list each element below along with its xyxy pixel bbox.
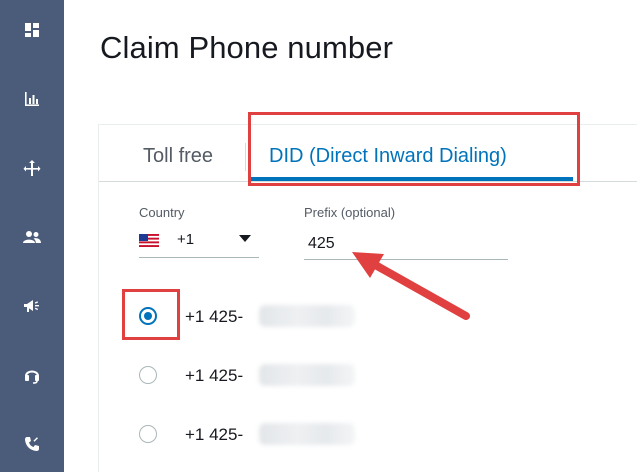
rail-item-metrics[interactable] — [0, 79, 64, 119]
us-flag-icon — [139, 234, 159, 247]
redacted-digits — [259, 364, 355, 386]
rail-item-phone[interactable] — [0, 424, 64, 464]
tab-toll-free[interactable]: Toll free — [143, 145, 213, 168]
page-title: Claim Phone number — [100, 30, 394, 65]
rail-item-channels[interactable] — [0, 355, 64, 395]
radio-button[interactable] — [139, 366, 157, 384]
country-code: +1 — [177, 231, 195, 248]
rail-item-dashboard[interactable] — [0, 10, 64, 50]
phone-number-text: +1 425- — [185, 425, 244, 444]
radio-button[interactable] — [139, 425, 157, 443]
callout-arrow-icon — [352, 252, 470, 320]
tab-divider — [245, 143, 246, 171]
megaphone-icon — [24, 300, 39, 312]
headset-icon — [25, 370, 39, 384]
country-select[interactable]: +1 — [139, 229, 259, 258]
users-icon — [23, 231, 41, 243]
caret-down-icon — [239, 235, 251, 242]
phone-number-text: +1 425- — [185, 307, 244, 326]
redacted-digits — [259, 423, 355, 445]
tab-highlight-box — [248, 112, 580, 186]
prefix-label: Prefix (optional) — [304, 205, 396, 220]
routing-icon — [23, 160, 41, 176]
radio-highlight-box — [122, 289, 180, 340]
country-label: Country — [139, 205, 185, 220]
phone-number-text: +1 425- — [185, 366, 244, 385]
main-content: Claim Phone number Toll free DID (Direct… — [64, 0, 637, 472]
rail-item-campaigns[interactable] — [0, 286, 64, 326]
phone-icon — [25, 437, 39, 451]
navigation-rail — [0, 0, 64, 472]
rail-item-users[interactable] — [0, 217, 64, 257]
rail-item-routing[interactable] — [0, 148, 64, 188]
bar-chart-icon — [25, 92, 39, 106]
dashboard-icon — [25, 23, 39, 37]
